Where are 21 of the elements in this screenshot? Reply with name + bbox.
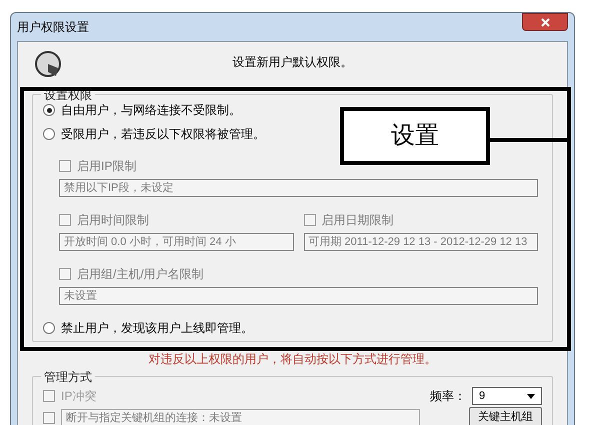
- checkbox-label: 启用日期限制: [322, 212, 394, 229]
- window-title: 用户权限设置: [17, 19, 89, 36]
- frequency-label: 频率：: [430, 388, 466, 405]
- checkbox-label: IP冲突: [61, 388, 96, 405]
- caret-icon: [527, 394, 535, 398]
- notice-text: 对违反以上权限的用户，将自动按以下方式进行管理。: [148, 352, 438, 366]
- radio-button[interactable]: [43, 128, 55, 140]
- radio-button[interactable]: [43, 322, 55, 334]
- checkbox-label: 启用时间限制: [77, 212, 149, 229]
- checkbox-label: 启用组/主机/用户名限制: [77, 266, 204, 283]
- annotation-label: 设置: [391, 122, 439, 151]
- radio-label: 禁止用户，发现该用户上线即管理。: [61, 320, 253, 337]
- close-button[interactable]: [522, 13, 568, 31]
- radio-label: 自由用户，与网络连接不受限制。: [61, 102, 241, 119]
- header-text: 设置新用户默认权限。: [232, 54, 352, 71]
- close-icon: [540, 18, 550, 26]
- key-host-group-button[interactable]: 关键主机组: [469, 407, 542, 425]
- radio-label: 受限用户，若违反以下权限将被管理。: [61, 126, 265, 143]
- frequency-dropdown[interactable]: 9: [472, 387, 542, 405]
- radio-button[interactable]: [43, 104, 55, 116]
- checkbox-label: 启用IP限制: [77, 158, 136, 175]
